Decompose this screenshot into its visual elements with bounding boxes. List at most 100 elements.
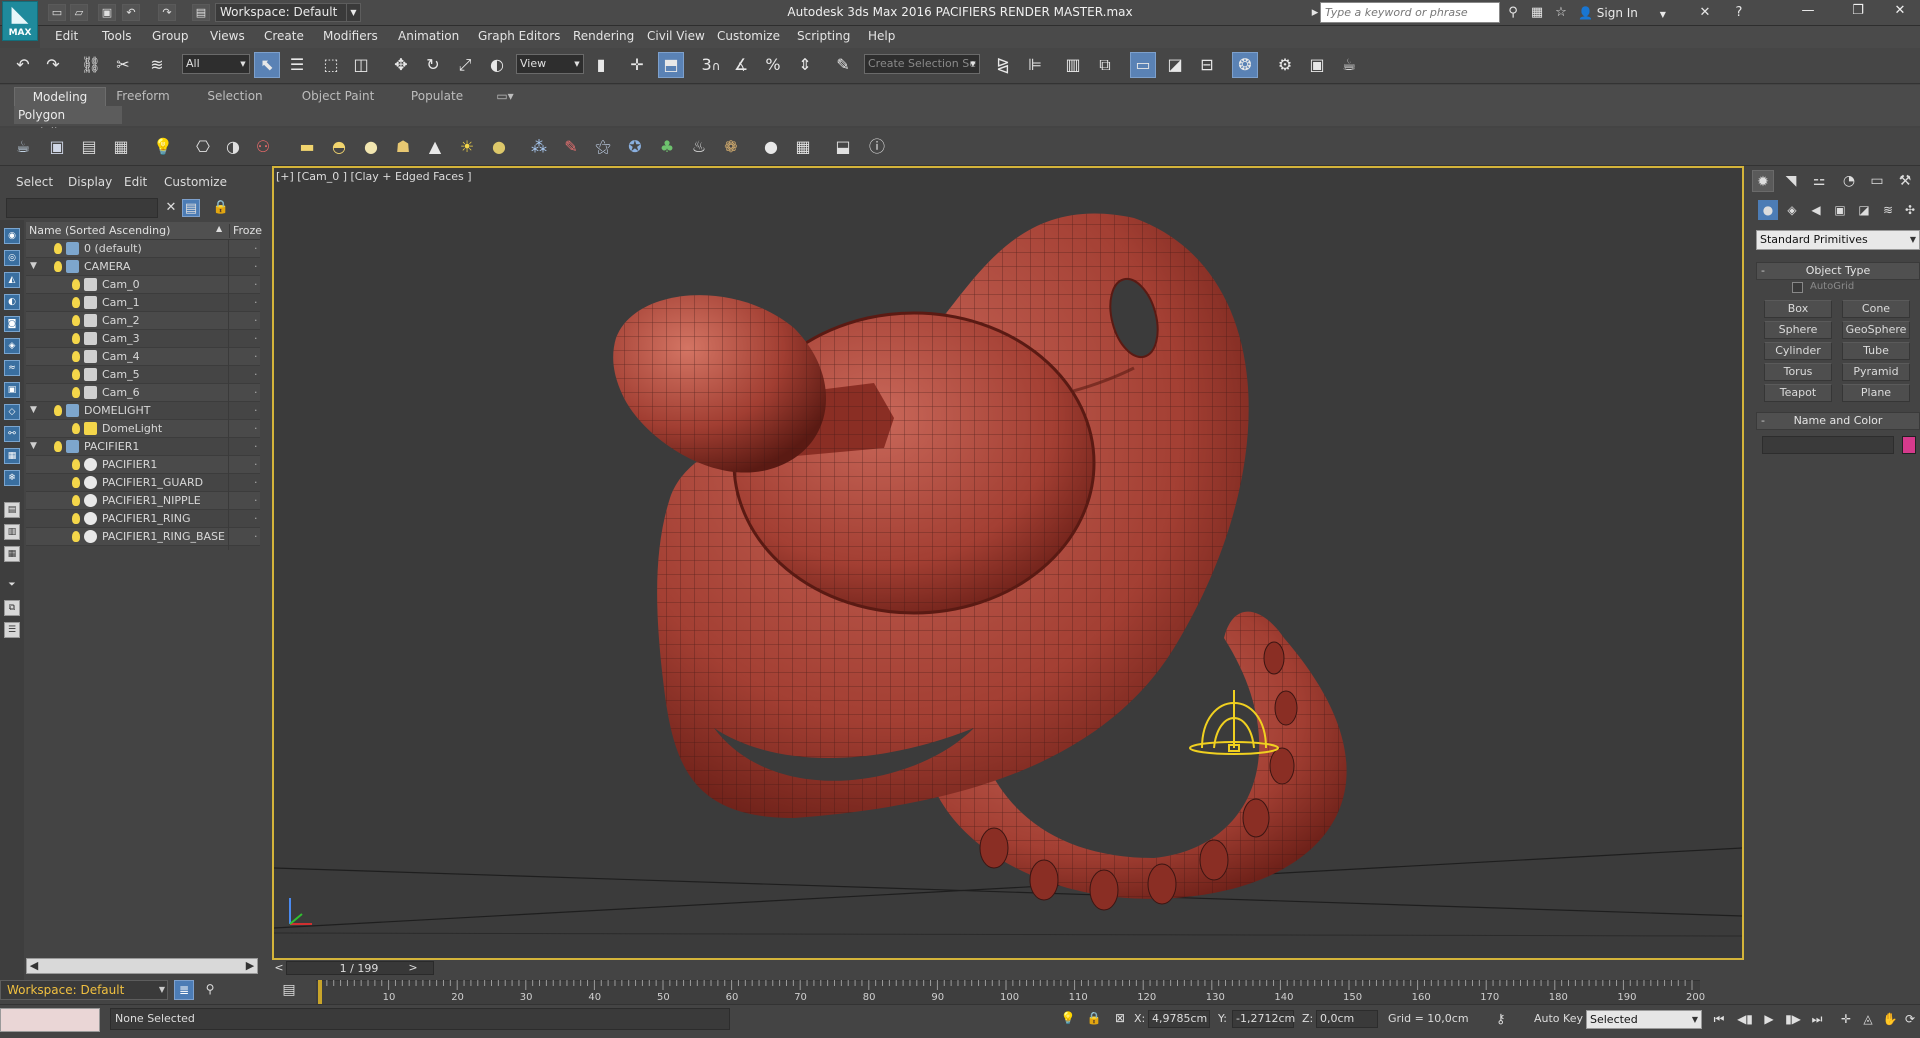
filter-frozen-icon[interactable]: ❄ — [4, 470, 20, 486]
save-file-icon[interactable]: ▣ — [98, 4, 116, 21]
frozen-toggle-icon[interactable]: · — [254, 492, 258, 509]
toggle-ribbon-icon[interactable]: ▭ — [1130, 52, 1156, 78]
undo-icon[interactable]: ↶ — [10, 52, 36, 78]
ies-light-icon[interactable]: ▲ — [422, 134, 448, 160]
scene-explorer-search-input[interactable] — [6, 198, 158, 218]
workspace-dropdown[interactable]: Workspace: Default ▼ — [215, 3, 361, 22]
isolate-icon[interactable]: 💡 — [1060, 1010, 1076, 1026]
sphere-button[interactable]: Sphere — [1764, 321, 1832, 339]
hierarchy-tab-icon[interactable]: ⚍ — [1808, 170, 1830, 192]
time-slider-track[interactable] — [272, 960, 1744, 976]
sphere-preview-icon[interactable]: ● — [758, 134, 784, 160]
binoculars-icon[interactable]: ⚲ — [1504, 4, 1522, 21]
help-search-input[interactable]: Type a keyword or phrase — [1320, 2, 1500, 23]
expand-toggle-icon[interactable]: ▼ — [30, 402, 40, 419]
plane-button[interactable]: Plane — [1842, 384, 1910, 402]
align-icon[interactable]: ⊫ — [1022, 52, 1048, 78]
shapes-icon[interactable]: ◈ — [1782, 200, 1802, 220]
rectangular-selection-icon[interactable]: ⬚ — [318, 52, 344, 78]
minimize-icon[interactable]: — — [1786, 0, 1830, 24]
frozen-toggle-icon[interactable]: · — [254, 276, 258, 293]
filter-shapes-icon[interactable]: ◭ — [4, 272, 20, 288]
select-manipulate-icon[interactable]: ✛ — [624, 52, 650, 78]
tab-freeform[interactable]: Freeform — [110, 87, 176, 106]
new-scene-icon[interactable]: ▭ — [48, 4, 66, 21]
layer-explorer-icon[interactable]: ⧉ — [1092, 52, 1118, 78]
scroll-right-icon[interactable]: ▶ — [243, 959, 257, 973]
visibility-bulb-icon[interactable] — [72, 531, 80, 542]
select-object-icon[interactable]: ⬉ — [254, 52, 280, 78]
edit-named-selection-icon[interactable]: ✎ — [830, 52, 856, 78]
play-icon[interactable]: ▶ — [1758, 1010, 1780, 1028]
tree-row[interactable]: 0 (default) · — [26, 240, 260, 258]
workspace-selector[interactable]: Workspace: Default ▼ — [0, 980, 168, 1000]
object-color-swatch[interactable] — [1902, 436, 1916, 454]
se-menu-customize[interactable]: Customize — [164, 175, 227, 189]
visibility-bulb-icon[interactable] — [72, 459, 80, 470]
select-move-icon[interactable]: ✥ — [388, 52, 414, 78]
filter-spacewarps-icon[interactable]: ≈ — [4, 360, 20, 376]
frozen-toggle-icon[interactable]: · — [254, 330, 258, 347]
go-to-end-icon[interactable]: ⏭ — [1806, 1010, 1828, 1028]
object-name-input[interactable] — [1762, 436, 1894, 454]
tube-button[interactable]: Tube — [1842, 342, 1910, 360]
ribbon-panel-polygon-modeling[interactable]: Polygon Modeling — [14, 106, 122, 140]
expand-toggle-icon[interactable]: ▼ — [30, 258, 40, 275]
se-menu-edit[interactable]: Edit — [124, 175, 147, 189]
lights-icon[interactable]: ◀ — [1806, 200, 1826, 220]
visibility-bulb-icon[interactable] — [72, 423, 80, 434]
pacifier-nipple[interactable] — [613, 295, 827, 473]
displacement-icon[interactable]: ✎ — [558, 134, 584, 160]
geometry-icon[interactable]: ● — [1758, 200, 1778, 220]
tree-row[interactable]: ▼ CAMERA · — [26, 258, 260, 276]
menu-rendering[interactable]: Rendering — [573, 26, 634, 48]
clear-search-icon[interactable]: ✕ — [162, 199, 180, 217]
vray-proxy-icon[interactable]: ⚇ — [250, 134, 276, 160]
menu-views[interactable]: Views — [210, 26, 245, 48]
time-slider-next-icon[interactable]: > — [406, 961, 420, 975]
ambient-light-icon[interactable]: ● — [486, 134, 512, 160]
window-crossing-icon[interactable]: ◫ — [348, 52, 374, 78]
key-filter-dropdown[interactable]: Selected ▼ — [1586, 1010, 1702, 1029]
frame-buffer-icon[interactable]: ▦ — [790, 134, 816, 160]
scroll-left-icon[interactable]: ◀ — [27, 959, 41, 973]
tab-object-paint[interactable]: Object Paint — [296, 87, 380, 106]
open-file-icon[interactable]: ▱ — [70, 4, 88, 21]
redo-icon[interactable]: ↷ — [40, 52, 66, 78]
frozen-toggle-icon[interactable]: · — [254, 294, 258, 311]
tree-row[interactable]: Cam_3 · — [26, 330, 260, 348]
funnel-filter-icon[interactable]: ⏷ — [4, 578, 20, 594]
filter-bones-icon[interactable]: ⚯ — [4, 426, 20, 442]
spinner-snap-icon[interactable]: ⇕ — [792, 52, 818, 78]
cone-button[interactable]: Cone — [1842, 300, 1910, 318]
frozen-toggle-icon[interactable]: · — [254, 312, 258, 329]
helpers-icon[interactable]: ◪ — [1854, 200, 1874, 220]
export-icon[interactable]: ⬓ — [830, 134, 856, 160]
tree-row[interactable]: PACIFIER1_NIPPLE · — [26, 492, 260, 510]
schematic-view-icon[interactable]: ⊟ — [1194, 52, 1220, 78]
selection-lock-icon[interactable]: 🔒 — [1086, 1010, 1102, 1026]
environment-icon[interactable]: ✪ — [622, 134, 648, 160]
visibility-bulb-icon[interactable] — [72, 387, 80, 398]
z-coord-field[interactable]: 0,0cm — [1316, 1010, 1378, 1028]
frozen-toggle-icon[interactable]: · — [254, 474, 258, 491]
cylinder-button[interactable]: Cylinder — [1764, 342, 1832, 360]
menu-modifiers[interactable]: Modifiers — [323, 26, 378, 48]
geosphere-button[interactable]: GeoSphere — [1842, 321, 1910, 339]
display-influences-icon[interactable]: ▥ — [4, 524, 20, 540]
scene-explorer-hscrollbar[interactable]: ◀ ▶ — [26, 958, 258, 974]
list-icon[interactable]: ▤ — [76, 134, 102, 160]
display-children-icon[interactable]: ▤ — [4, 502, 20, 518]
percent-snap-icon[interactable]: % — [760, 52, 786, 78]
column-frozen[interactable]: Froze — [229, 224, 262, 238]
primitive-category-dropdown[interactable]: Standard Primitives ▼ — [1756, 230, 1920, 250]
material-ball-icon[interactable]: ❁ — [718, 134, 744, 160]
restore-icon[interactable]: ❐ — [1836, 0, 1880, 24]
visibility-bulb-icon[interactable] — [72, 333, 80, 344]
tab-modeling[interactable]: Modeling — [14, 87, 106, 106]
material-editor-icon[interactable]: ❂ — [1232, 52, 1258, 78]
subscription-icon[interactable]: ▦ — [1528, 4, 1546, 21]
toggle-scene-explorer-icon[interactable]: ▥ — [1060, 52, 1086, 78]
zoom-extents-icon[interactable]: ✛ — [1836, 1010, 1856, 1028]
sign-in-button[interactable]: 👤 Sign In ▼ — [1578, 3, 1668, 23]
